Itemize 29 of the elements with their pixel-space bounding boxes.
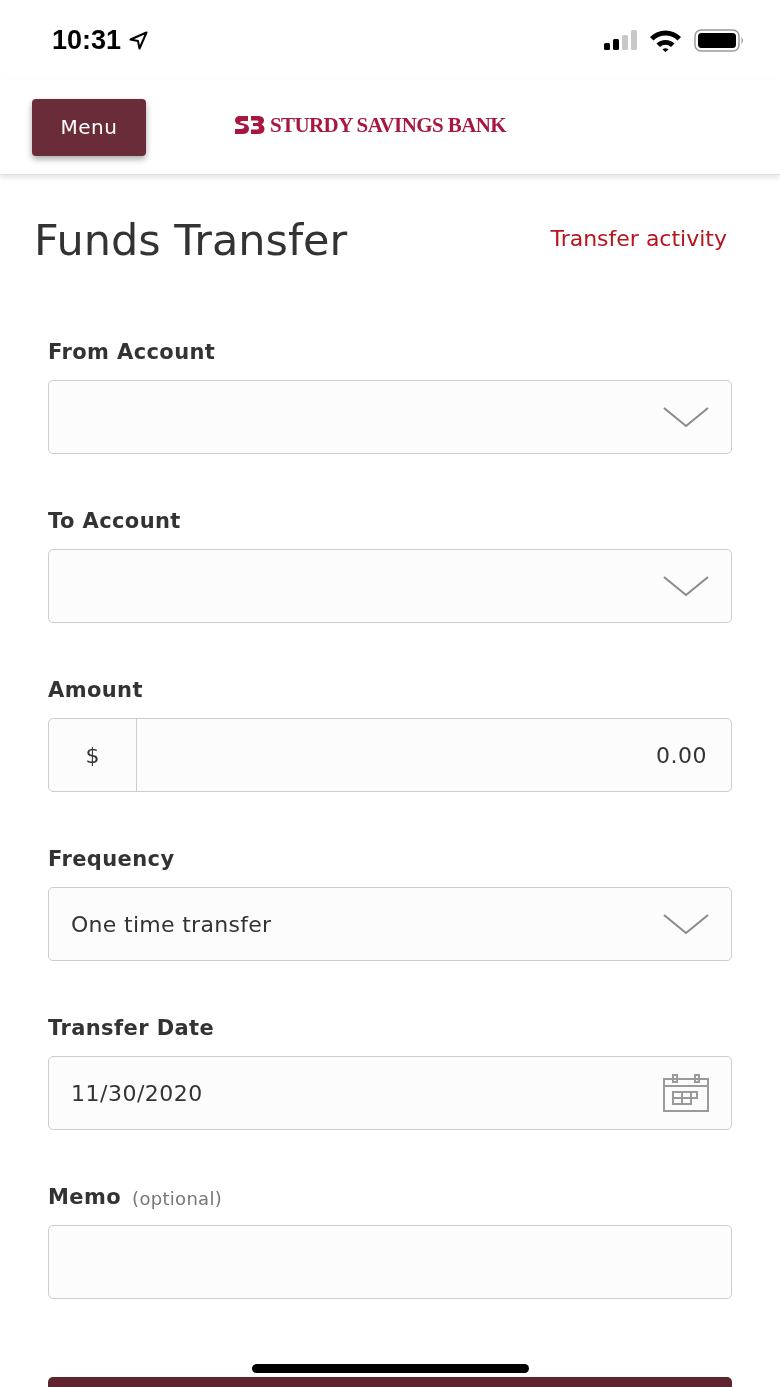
field-label: From Account <box>48 339 216 367</box>
page-title: Funds Transfer <box>34 214 348 266</box>
logo-icon <box>234 115 265 135</box>
signal-icon <box>604 30 637 50</box>
wifi-icon <box>649 28 682 52</box>
logo-text: STURDY SAVINGS BANK <box>270 114 506 136</box>
date-field[interactable]: 11/30/2020 <box>48 1056 732 1130</box>
status-time: 10:31 <box>52 23 122 57</box>
dropdown-field[interactable] <box>48 549 732 623</box>
memo-input[interactable] <box>48 1225 732 1299</box>
field-label: To Account <box>48 508 181 536</box>
chevron-down-icon <box>663 406 709 428</box>
dropdown-value: One time transfer <box>71 910 272 939</box>
dropdown-field[interactable]: One time transfer <box>48 887 732 961</box>
field-label: Frequency <box>48 846 175 874</box>
chevron-down-icon <box>663 575 709 597</box>
field-label: Memo <box>48 1184 122 1212</box>
action-button[interactable] <box>48 1377 732 1387</box>
chevron-down-icon <box>663 913 709 935</box>
transfer-activity-link[interactable]: Transfer activity <box>550 221 727 255</box>
calendar-icon <box>663 1074 709 1112</box>
field-label: Transfer Date <box>48 1015 215 1043</box>
menu-button[interactable]: Menu <box>32 98 146 156</box>
battery-icon <box>694 28 745 52</box>
location-arrow-icon <box>129 30 149 50</box>
field-label: Amount <box>48 677 143 705</box>
optional-hint: (optional) <box>132 1186 223 1211</box>
dropdown-field[interactable] <box>48 380 732 454</box>
date-value: 11/30/2020 <box>71 1079 203 1108</box>
